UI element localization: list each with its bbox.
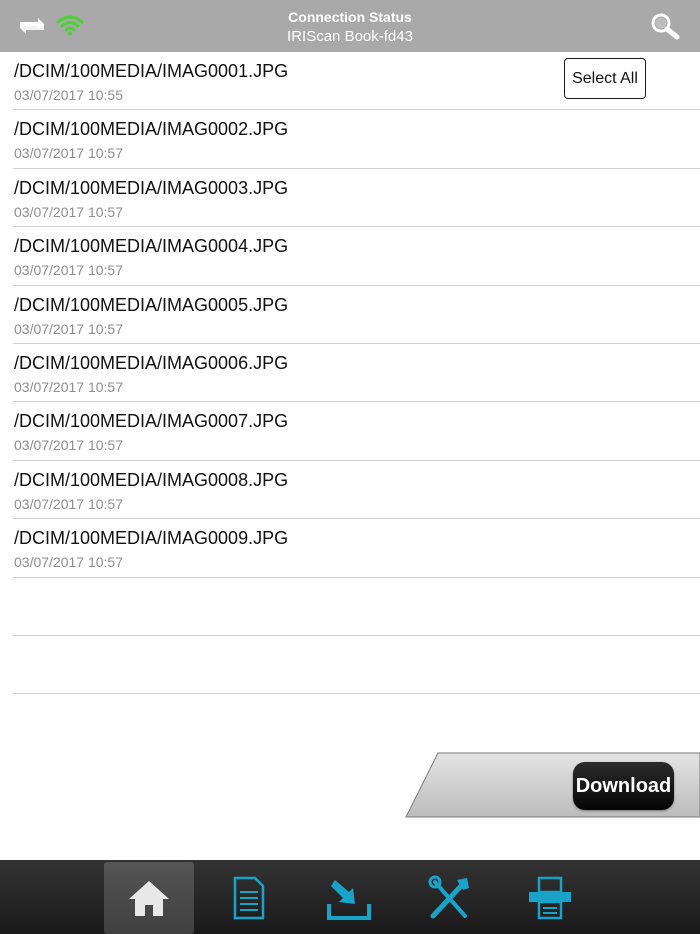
document-icon <box>233 876 265 920</box>
list-item[interactable]: /DCIM/100MEDIA/IMAG0003.JPG 03/07/2017 1… <box>13 169 700 228</box>
tab-documents[interactable] <box>204 862 294 934</box>
file-date: 03/07/2017 10:57 <box>14 320 123 337</box>
empty-row <box>13 636 700 695</box>
home-icon <box>129 881 169 916</box>
list-item[interactable]: /DCIM/100MEDIA/IMAG0007.JPG 03/07/2017 1… <box>13 402 700 461</box>
tab-tools[interactable] <box>404 862 494 934</box>
select-all-button[interactable]: Select All <box>564 58 646 99</box>
tab-home[interactable] <box>104 862 194 934</box>
file-date: 03/07/2017 10:57 <box>14 262 123 279</box>
tab-bar <box>0 860 700 934</box>
file-date: 03/07/2017 10:55 <box>14 87 123 103</box>
file-list: /DCIM/100MEDIA/IMAG0001.JPG 03/07/2017 1… <box>0 52 700 695</box>
download-tray-icon <box>327 880 371 920</box>
file-date: 03/07/2017 10:57 <box>14 495 123 512</box>
top-bar: Connection Status IRIScan Book-fd43 <box>0 0 700 52</box>
tab-download[interactable] <box>304 862 394 934</box>
list-item[interactable]: /DCIM/100MEDIA/IMAG0006.JPG 03/07/2017 1… <box>13 344 700 403</box>
file-path: /DCIM/100MEDIA/IMAG0006.JPG <box>14 352 289 373</box>
download-button[interactable]: Download <box>573 762 674 810</box>
search-icon[interactable] <box>648 11 682 41</box>
file-path: /DCIM/100MEDIA/IMAG0008.JPG <box>14 469 289 490</box>
file-date: 03/07/2017 10:57 <box>14 554 123 571</box>
list-item[interactable]: /DCIM/100MEDIA/IMAG0005.JPG 03/07/2017 1… <box>13 286 700 344</box>
list-item[interactable]: /DCIM/100MEDIA/IMAG0009.JPG 03/07/2017 1… <box>13 519 700 578</box>
tools-icon <box>428 875 469 919</box>
empty-row <box>13 578 700 636</box>
file-date: 03/07/2017 10:57 <box>14 203 123 220</box>
file-date: 03/07/2017 10:57 <box>14 437 123 454</box>
device-name: IRIScan Book-fd43 <box>287 28 413 45</box>
file-path: /DCIM/100MEDIA/IMAG0001.JPG <box>14 61 289 81</box>
list-item[interactable]: /DCIM/100MEDIA/IMAG0002.JPG 03/07/2017 1… <box>13 110 700 169</box>
file-path: /DCIM/100MEDIA/IMAG0003.JPG <box>14 177 289 198</box>
list-item[interactable]: /DCIM/100MEDIA/IMAG0004.JPG 03/07/2017 1… <box>13 227 700 286</box>
file-path: /DCIM/100MEDIA/IMAG0009.JPG <box>14 528 289 549</box>
file-date: 03/07/2017 10:57 <box>14 145 123 162</box>
file-path: /DCIM/100MEDIA/IMAG0005.JPG <box>14 294 289 315</box>
tab-scanner[interactable] <box>504 862 594 934</box>
file-date: 03/07/2017 10:57 <box>14 378 123 395</box>
file-path: /DCIM/100MEDIA/IMAG0007.JPG <box>14 411 289 432</box>
scanner-icon <box>529 876 571 920</box>
page-title: Connection Status <box>288 9 412 25</box>
list-item[interactable]: /DCIM/100MEDIA/IMAG0008.JPG 03/07/2017 1… <box>13 461 700 520</box>
file-path: /DCIM/100MEDIA/IMAG0004.JPG <box>14 236 289 257</box>
file-path: /DCIM/100MEDIA/IMAG0002.JPG <box>14 119 289 140</box>
